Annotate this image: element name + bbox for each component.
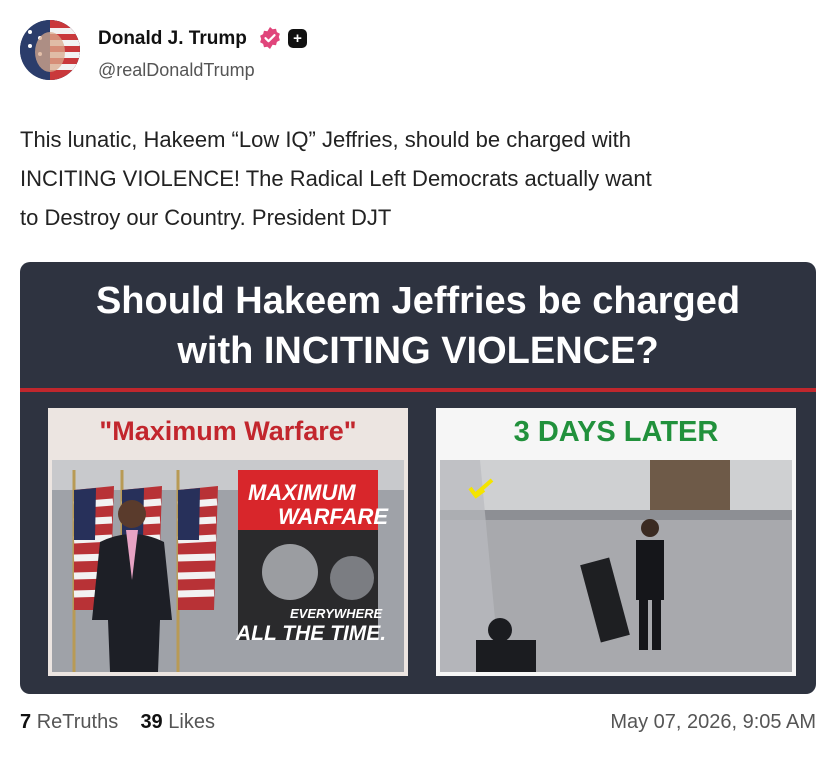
- card-headline: Should Hakeem Jeffries be charged with I…: [20, 276, 816, 376]
- right-panel: 3 DAYS LATER: [436, 408, 796, 676]
- retruths-count[interactable]: 7: [20, 711, 31, 733]
- left-panel-caption: "Maximum Warfare": [99, 416, 357, 446]
- post-text: This lunatic, Hakeem “Low IQ” Jeffries, …: [20, 127, 652, 230]
- right-panel-caption: 3 DAYS LATER: [513, 416, 719, 448]
- left-panel: "Maximum Warfare" MAXIMUM WARFARE EVERYW…: [48, 408, 408, 676]
- retruths-label[interactable]: ReTruths: [37, 711, 119, 733]
- card-headline-line1: Should Hakeem Jeffries be charged: [95, 280, 741, 322]
- left-photo: MAXIMUM WARFARE EVERYWHERE ALL THE TIME.: [52, 460, 404, 672]
- sign-text-4: ALL THE TIME.: [235, 622, 386, 645]
- avatar[interactable]: [20, 20, 80, 80]
- verified-badge-icon: [260, 27, 280, 49]
- footer-stats: 7 ReTruths 39 Likes: [20, 711, 215, 734]
- display-name[interactable]: Donald J. Trump: [98, 28, 247, 50]
- right-photo: [440, 460, 792, 672]
- post-header: Donald J. Trump + @realDonaldTrump: [20, 20, 820, 84]
- sign-text-2: WARFARE: [278, 504, 389, 529]
- plus-badge-icon: +: [288, 29, 307, 48]
- sign-text-3: EVERYWHERE: [290, 606, 383, 621]
- us-flag-3: [177, 486, 218, 610]
- likes-count[interactable]: 39: [140, 711, 162, 733]
- likes-label[interactable]: Likes: [168, 711, 215, 733]
- card-headline-line2: with INCITING VIOLENCE?: [177, 330, 659, 372]
- card-divider: [20, 388, 816, 392]
- timestamp[interactable]: May 07, 2026, 9:05 AM: [610, 711, 816, 734]
- handle[interactable]: @realDonaldTrump: [98, 60, 255, 81]
- post-image-card[interactable]: Should Hakeem Jeffries be charged with I…: [20, 262, 816, 694]
- sign-text-1: MAXIMUM: [248, 480, 356, 505]
